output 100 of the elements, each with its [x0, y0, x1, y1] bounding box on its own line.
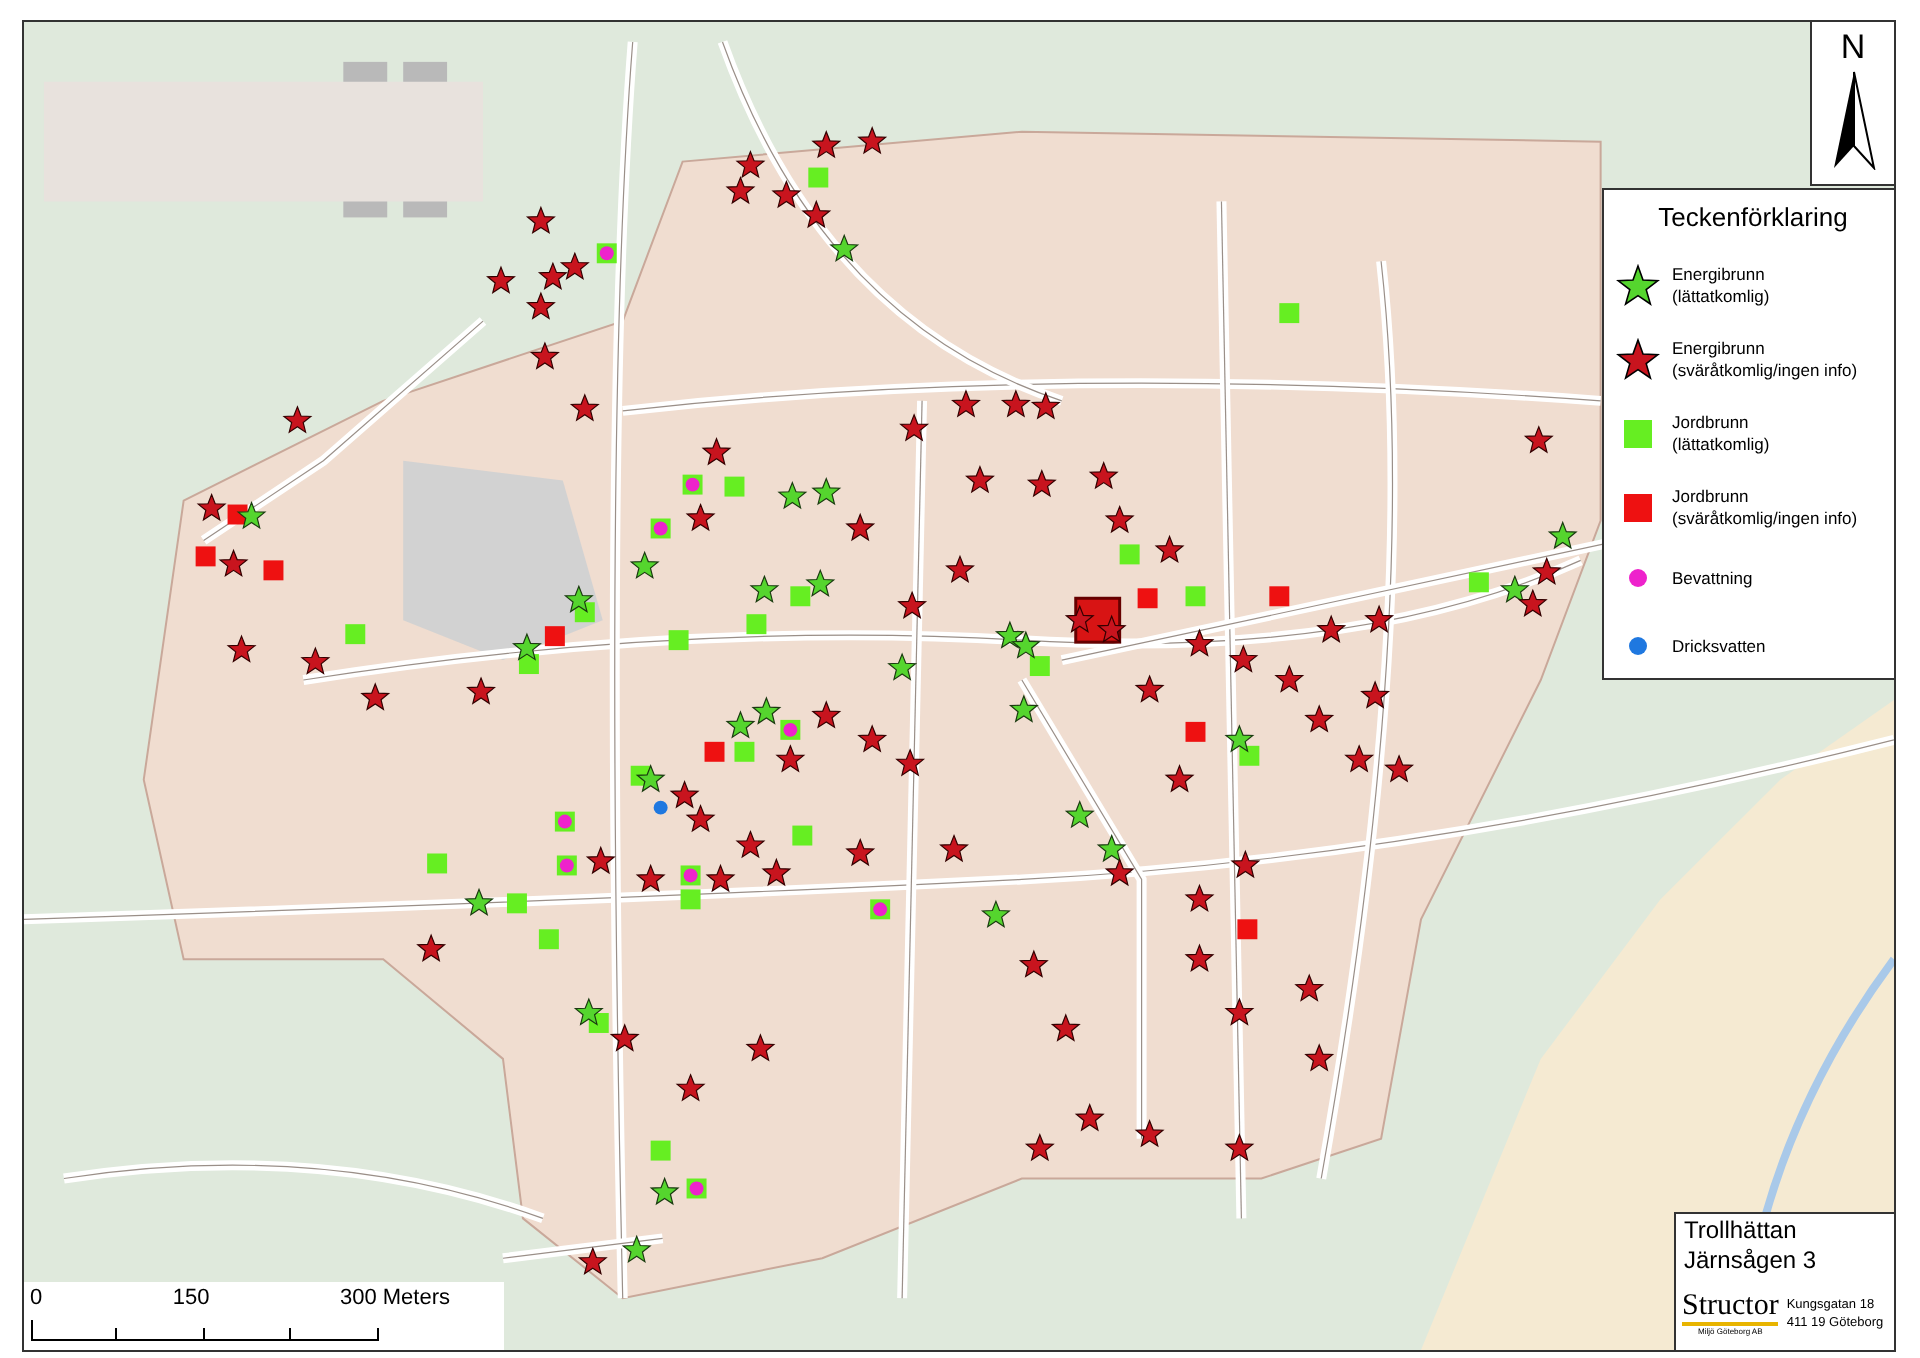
- star-marker: [559, 251, 590, 280]
- star-marker: [1026, 469, 1057, 498]
- scale-label: 150: [172, 1286, 210, 1310]
- star-marker: [226, 634, 257, 663]
- star-marker: [1064, 604, 1095, 633]
- star-marker: [1154, 534, 1185, 564]
- star-marker: [887, 652, 918, 681]
- star-marker: [857, 126, 888, 155]
- star-marker: [899, 413, 930, 442]
- legend-label: Jordbrunn: [1672, 411, 1751, 433]
- star-marker: [1364, 604, 1395, 633]
- scale-label: 0: [30, 1286, 43, 1310]
- place-title: Trollhättan: [1684, 1216, 1799, 1246]
- legend-label: Dricksvatten: [1672, 635, 1766, 657]
- star-marker: [1304, 1043, 1335, 1072]
- star-marker: [1224, 997, 1255, 1026]
- square-dot-marker: [596, 243, 617, 264]
- star-marker: [811, 476, 842, 506]
- star-marker: [585, 845, 616, 875]
- star-marker: [1499, 574, 1530, 603]
- legend-note: (sväråtkomlig/ingen info): [1672, 359, 1858, 381]
- star-marker: [980, 899, 1011, 929]
- star-marker: [569, 393, 600, 422]
- star-marker: [725, 710, 756, 739]
- star-marker: [1074, 1103, 1105, 1132]
- star-marker: [1134, 1119, 1165, 1148]
- square-marker: [746, 614, 767, 635]
- star-marker: [629, 550, 660, 580]
- legend-title: Teckenförklaring: [1656, 202, 1850, 232]
- star-marker: [751, 696, 782, 725]
- star-marker: [573, 997, 604, 1026]
- star-marker: [649, 1176, 680, 1206]
- star-marker: [1547, 520, 1578, 550]
- star-marker: [845, 512, 876, 542]
- star-marker: [1228, 644, 1259, 673]
- north-arrow-icon: [1831, 70, 1875, 170]
- star-marker: [771, 179, 802, 209]
- star-marker: [1184, 943, 1215, 972]
- square-marker: [1468, 572, 1489, 593]
- legend-note: (lättatkomlig): [1672, 433, 1770, 455]
- star-marker: [300, 646, 331, 675]
- star-marker: [701, 437, 732, 466]
- star-marker: [1104, 857, 1135, 887]
- square-marker: [1137, 588, 1158, 609]
- star-marker: [801, 199, 832, 229]
- star-marker: [685, 502, 716, 532]
- star-marker: [777, 480, 808, 510]
- star-marker: [1316, 614, 1347, 643]
- square-dot-marker: [680, 865, 701, 886]
- star-marker: [635, 764, 666, 793]
- square-marker: [427, 853, 448, 874]
- square-marker: [506, 893, 527, 914]
- project-title: Järnsågen 3: [1684, 1246, 1819, 1276]
- star-marker: [218, 548, 249, 578]
- square-marker: [734, 741, 755, 762]
- star-marker: [236, 500, 267, 530]
- star-marker: [675, 1073, 706, 1102]
- star-marker: [525, 291, 556, 320]
- star-marker: [1224, 724, 1255, 753]
- star-marker: [1018, 949, 1049, 978]
- star-marker: [1008, 694, 1039, 723]
- square-marker: [1269, 586, 1290, 607]
- star-marker: [1184, 883, 1215, 913]
- legend-label: Energibrunn: [1672, 337, 1767, 359]
- star-marker: [486, 265, 516, 294]
- square-marker: [1119, 544, 1140, 565]
- square-marker: [345, 624, 366, 645]
- star-marker: [705, 863, 736, 893]
- star-marker: [621, 1234, 652, 1263]
- square-marker: [808, 167, 829, 188]
- square-marker: [1279, 303, 1300, 324]
- star-marker: [1184, 628, 1215, 657]
- star-marker: [1064, 800, 1095, 829]
- star-marker: [735, 149, 766, 179]
- star-marker: [1384, 754, 1415, 783]
- star-marker: [761, 857, 792, 887]
- star-marker: [1523, 425, 1554, 454]
- square-marker: [790, 586, 811, 607]
- star-marker: [1360, 680, 1391, 709]
- star-marker: [1088, 461, 1119, 490]
- star-marker: [1096, 614, 1127, 643]
- star-marker: [1024, 1133, 1055, 1162]
- square-marker: [668, 630, 689, 651]
- star-marker: [811, 700, 842, 729]
- square-marker: [538, 929, 559, 950]
- square-dot-marker: [780, 719, 801, 740]
- star-marker: [945, 554, 975, 584]
- star-marker: [857, 724, 888, 753]
- square-marker: [680, 889, 701, 910]
- star-marker: [529, 341, 560, 370]
- star-marker: [282, 405, 313, 434]
- square-marker: [544, 626, 565, 647]
- star-marker: [1000, 389, 1031, 418]
- scale-label: 300 Meters: [339, 1286, 450, 1310]
- star-marker: [895, 748, 926, 777]
- star-marker: [1344, 744, 1375, 773]
- star-marker: [511, 632, 542, 661]
- star-marker: [845, 837, 876, 867]
- star-marker: [685, 804, 716, 833]
- star-marker: [360, 682, 391, 711]
